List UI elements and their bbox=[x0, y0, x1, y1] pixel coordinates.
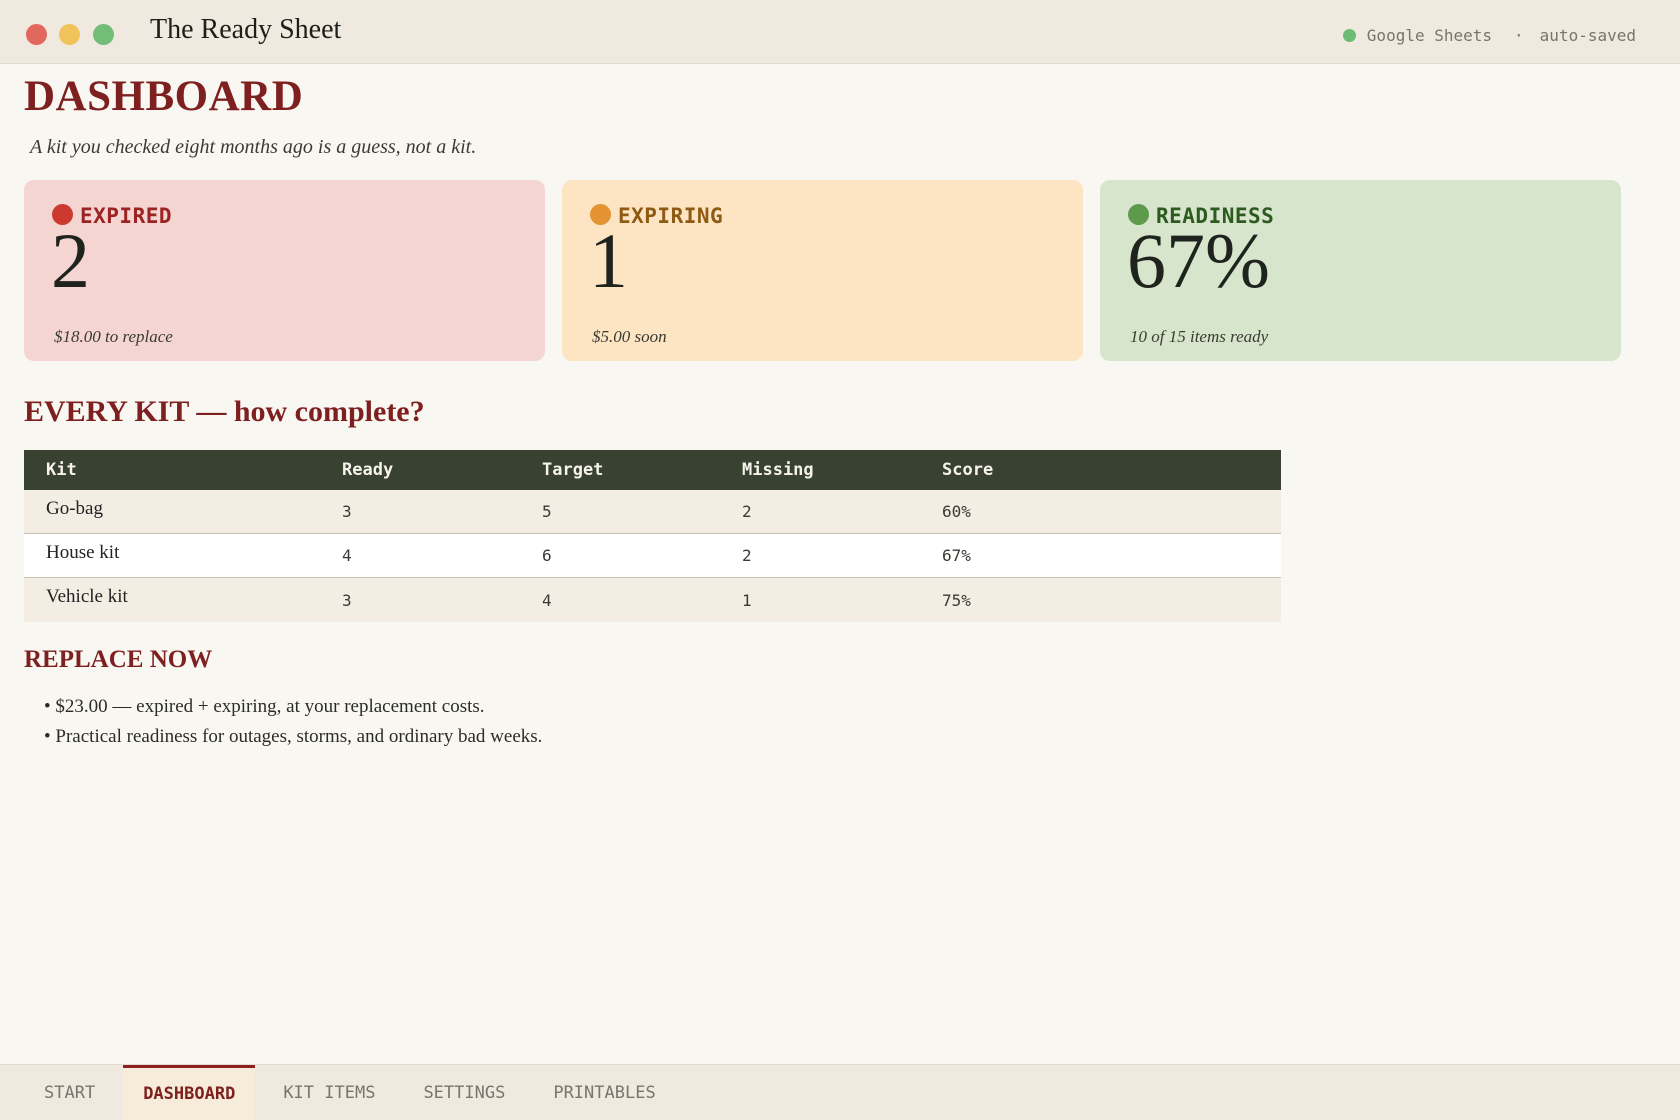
page-tagline: A kit you checked eight months ago is a … bbox=[30, 136, 477, 158]
ready-cell[interactable]: 4 bbox=[342, 546, 542, 565]
score-cell[interactable]: 75% bbox=[942, 591, 1142, 610]
expiring-card: EXPIRING 1 $5.00 soon bbox=[562, 180, 1083, 361]
column-header-missing[interactable]: Missing bbox=[742, 460, 942, 480]
readiness-card: READINESS 67% 10 of 15 items ready bbox=[1100, 180, 1621, 361]
table-header-row: Kit Ready Target Missing Score bbox=[24, 450, 1281, 490]
tab-settings[interactable]: SETTINGS bbox=[403, 1065, 525, 1120]
expired-count: 2 bbox=[51, 217, 90, 304]
title-bar: The Ready Sheet Google Sheets · auto-sav… bbox=[0, 0, 1680, 64]
tab-dashboard[interactable]: DASHBOARD bbox=[123, 1065, 256, 1120]
status-separator: · bbox=[1514, 26, 1524, 45]
column-header-ready[interactable]: Ready bbox=[342, 460, 542, 480]
list-item: Practical readiness for outages, storms,… bbox=[44, 722, 542, 752]
expiring-label: EXPIRING bbox=[618, 204, 724, 228]
close-window-button[interactable] bbox=[26, 24, 47, 45]
page-title: DASHBOARD bbox=[24, 73, 304, 120]
target-cell[interactable]: 5 bbox=[542, 502, 742, 521]
sync-status: Google Sheets · auto-saved bbox=[1342, 26, 1636, 45]
tab-printables[interactable]: PRINTABLES bbox=[533, 1065, 675, 1120]
replace-now-title: REPLACE NOW bbox=[24, 646, 213, 673]
kits-section-title: EVERY KIT — how complete? bbox=[24, 395, 425, 428]
readiness-note: 10 of 15 items ready bbox=[1130, 327, 1269, 346]
missing-cell[interactable]: 2 bbox=[742, 546, 942, 565]
sheet-tab-bar: START DASHBOARD KIT ITEMS SETTINGS PRINT… bbox=[0, 1064, 1680, 1120]
table-row[interactable]: Go-bag 3 5 2 60% bbox=[24, 490, 1281, 534]
column-header-kit[interactable]: Kit bbox=[24, 460, 342, 480]
save-state: auto-saved bbox=[1539, 26, 1636, 45]
score-cell[interactable]: 67% bbox=[942, 546, 1142, 565]
missing-cell[interactable]: 2 bbox=[742, 502, 942, 521]
replace-now-list: $23.00 — expired + expiring, at your rep… bbox=[44, 692, 542, 752]
kit-name-cell[interactable]: Vehicle kit bbox=[24, 586, 342, 608]
kits-table: Kit Ready Target Missing Score Go-bag 3 … bbox=[24, 450, 1281, 622]
expiring-note: $5.00 soon bbox=[592, 327, 667, 346]
minimize-window-button[interactable] bbox=[59, 24, 80, 45]
tab-kit-items[interactable]: KIT ITEMS bbox=[263, 1065, 395, 1120]
expired-label: EXPIRED bbox=[80, 204, 173, 228]
expired-card: EXPIRED 2 $18.00 to replace bbox=[24, 180, 545, 361]
missing-cell[interactable]: 1 bbox=[742, 591, 942, 610]
ready-cell[interactable]: 3 bbox=[342, 591, 542, 610]
zoom-window-button[interactable] bbox=[93, 24, 114, 45]
readiness-percent: 67% bbox=[1127, 217, 1270, 304]
table-row[interactable]: House kit 4 6 2 67% bbox=[24, 534, 1281, 578]
expired-note: $18.00 to replace bbox=[54, 327, 173, 346]
kit-name-cell[interactable]: House kit bbox=[24, 542, 342, 564]
list-item: $23.00 — expired + expiring, at your rep… bbox=[44, 692, 542, 722]
score-cell[interactable]: 60% bbox=[942, 502, 1142, 521]
ready-cell[interactable]: 3 bbox=[342, 502, 542, 521]
sync-status-dot-icon bbox=[1342, 29, 1356, 42]
column-header-score[interactable]: Score bbox=[942, 460, 1142, 480]
target-cell[interactable]: 4 bbox=[542, 591, 742, 610]
column-header-target[interactable]: Target bbox=[542, 460, 742, 480]
table-row[interactable]: Vehicle kit 3 4 1 75% bbox=[24, 578, 1281, 622]
app-title: The Ready Sheet bbox=[150, 14, 342, 45]
kit-name-cell[interactable]: Go-bag bbox=[24, 498, 342, 520]
status-app-name: Google Sheets bbox=[1366, 26, 1493, 45]
target-cell[interactable]: 6 bbox=[542, 546, 742, 565]
expiring-count: 1 bbox=[589, 217, 628, 304]
tab-start[interactable]: START bbox=[24, 1065, 115, 1120]
